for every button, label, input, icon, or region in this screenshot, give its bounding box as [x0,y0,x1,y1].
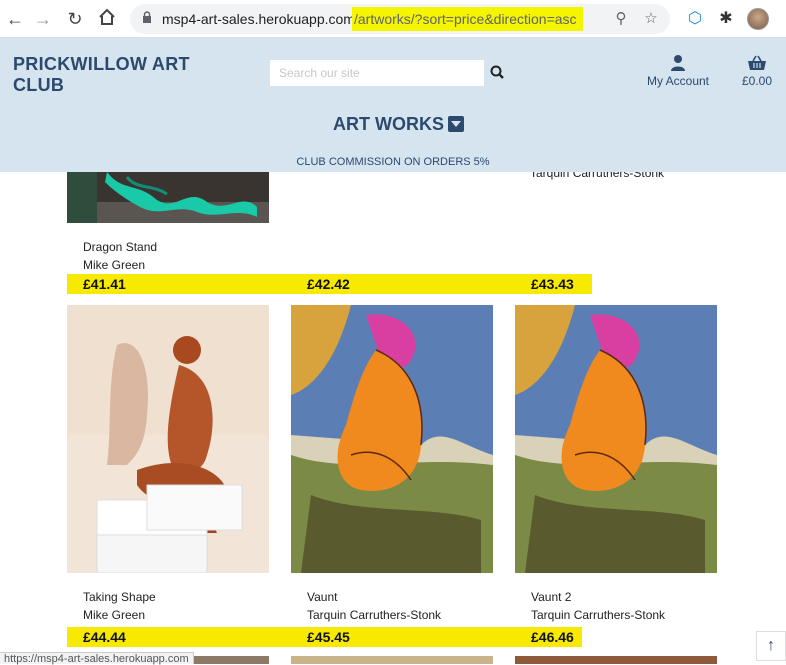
status-bar-url: https://msp4-art-sales.herokuapp.com [0,652,194,665]
card-artist: Mike Green [83,258,146,272]
card-artist: Mike Green [83,608,146,622]
artwork-thumb-vaunt[interactable] [291,305,493,573]
artwork-thumb-taking-shape[interactable] [67,305,269,573]
back-arrow-icon[interactable]: ← [4,8,26,30]
card-price: £42.42 [307,276,350,292]
my-account-link[interactable]: My Account [640,54,716,88]
home-icon[interactable] [96,8,118,30]
artwork-thumb-dragon-stand[interactable] [67,172,269,223]
card-title[interactable]: Vaunt [307,590,337,604]
card-title[interactable]: Vaunt 2 [531,590,571,604]
cart-link[interactable]: £0.00 [735,54,779,88]
price-highlight-row-2: £44.44 £45.45 £46.46 [67,627,582,647]
puzzle-icon[interactable]: ✱ [715,8,737,30]
url-host: msp4-art-sales.herokuapp.com [162,11,355,27]
card-title[interactable]: Taking Shape [83,590,156,604]
vaunt-image [291,305,493,573]
url-path: /artworks/?sort=price&direction=asc [352,7,583,31]
commission-banner: CLUB COMMISSION ON ORDERS 5% [296,156,490,168]
card-price: £45.45 [307,629,350,645]
card-artist: Tarquin Carruthers-Stonk [531,608,666,622]
search-icon [490,65,504,79]
taking-shape-image [67,305,269,573]
card-price: £46.46 [531,629,574,645]
zoom-icon[interactable]: ⚲ [612,10,630,28]
site-header: PRICKWILLOW ART CLUB My Account £0.00 AR… [0,38,786,172]
card-price: £44.44 [83,629,126,645]
search-button[interactable] [486,62,510,84]
caret-down-icon [448,116,464,132]
art-works-menu[interactable]: ART WORKS [333,114,464,135]
back-to-top-button[interactable]: ↑ [756,631,786,661]
art-works-label: ART WORKS [333,114,444,134]
arrow-up-icon: ↑ [767,637,775,654]
address-bar[interactable]: msp4-art-sales.herokuapp.com /artworks/?… [130,4,670,34]
lock-icon [143,11,151,23]
site-logo[interactable]: PRICKWILLOW ART CLUB [13,54,213,96]
artwork-thumb-vaunt-2[interactable] [515,305,717,573]
forward-arrow-icon[interactable]: → [32,8,54,30]
partial-artist-label: Tarquin Carruthers-Stonk [530,172,665,180]
user-icon [671,55,685,71]
star-icon[interactable]: ☆ [642,10,660,28]
extension-icon[interactable]: ⬡ [684,8,706,30]
artwork-thumb-next[interactable] [291,656,493,664]
profile-avatar[interactable] [747,8,769,30]
cart-total: £0.00 [741,74,773,88]
basket-icon [748,55,766,70]
vaunt-2-image [515,305,717,573]
account-label: My Account [646,74,710,88]
card-title[interactable]: Dragon Stand [83,240,157,254]
card-price: £41.41 [83,276,126,292]
search-input[interactable] [270,60,484,86]
price-highlight-row-1: £41.41 £42.42 £43.43 [67,274,592,294]
card-price: £43.43 [531,276,574,292]
dragon-stand-image [67,172,269,223]
artwork-thumb-next[interactable] [515,656,717,664]
card-artist: Tarquin Carruthers-Stonk [307,608,442,622]
reload-icon[interactable]: ↻ [64,8,86,30]
browser-toolbar: ← → ↻ msp4-art-sales.herokuapp.com /artw… [0,0,786,38]
artworks-grid: Tarquin Carruthers-Stonk Dragon Stand Mi… [0,172,786,664]
